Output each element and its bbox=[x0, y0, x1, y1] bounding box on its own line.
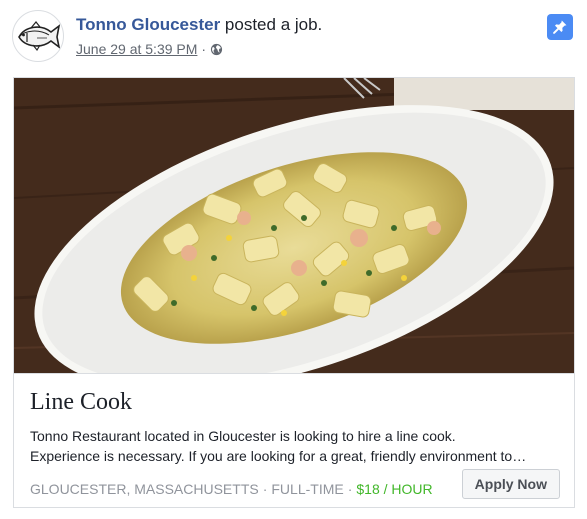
post-header: Tonno Gloucester posted a job. June 29 a… bbox=[12, 10, 575, 66]
globe-icon[interactable] bbox=[210, 43, 223, 56]
job-type: FULL-TIME bbox=[271, 481, 344, 497]
apply-now-button[interactable]: Apply Now bbox=[461, 469, 560, 499]
job-title[interactable]: Line Cook bbox=[30, 387, 132, 417]
post-meta: June 29 at 5:39 PM · bbox=[76, 40, 322, 58]
job-salary: $18 / HOUR bbox=[356, 481, 433, 497]
job-meta: GLOUCESTER, MASSACHUSETTS · FULL-TIME · $18 … bbox=[30, 480, 433, 498]
job-card[interactable]: Line Cook Tonno Restaurant located in Gl… bbox=[13, 77, 575, 508]
post-header-text: Tonno Gloucester posted a job. June 29 a… bbox=[76, 14, 322, 58]
page-name-link[interactable]: Tonno Gloucester bbox=[76, 15, 220, 34]
meta-separator: · bbox=[347, 481, 353, 497]
pushpin-icon[interactable] bbox=[547, 14, 573, 40]
job-description-line: Experience is necessary. If you are look… bbox=[30, 448, 527, 464]
meta-separator: · bbox=[262, 481, 268, 497]
job-location: GLOUCESTER, MASSACHUSETTS bbox=[30, 481, 259, 497]
job-description: Tonno Restaurant located in Gloucester i… bbox=[30, 426, 562, 466]
job-details: Line Cook Tonno Restaurant located in Gl… bbox=[14, 373, 574, 507]
page-avatar[interactable] bbox=[12, 10, 64, 62]
post-headline: Tonno Gloucester posted a job. bbox=[76, 14, 322, 36]
job-description-line: Tonno Restaurant located in Gloucester i… bbox=[30, 428, 456, 444]
post-timestamp[interactable]: June 29 at 5:39 PM bbox=[76, 40, 197, 58]
post-action-text: posted a job. bbox=[220, 15, 323, 34]
job-post: Tonno Gloucester posted a job. June 29 a… bbox=[0, 0, 587, 519]
meta-separator: · bbox=[201, 41, 207, 57]
job-photo[interactable] bbox=[14, 78, 574, 373]
tuna-logo bbox=[18, 21, 61, 52]
